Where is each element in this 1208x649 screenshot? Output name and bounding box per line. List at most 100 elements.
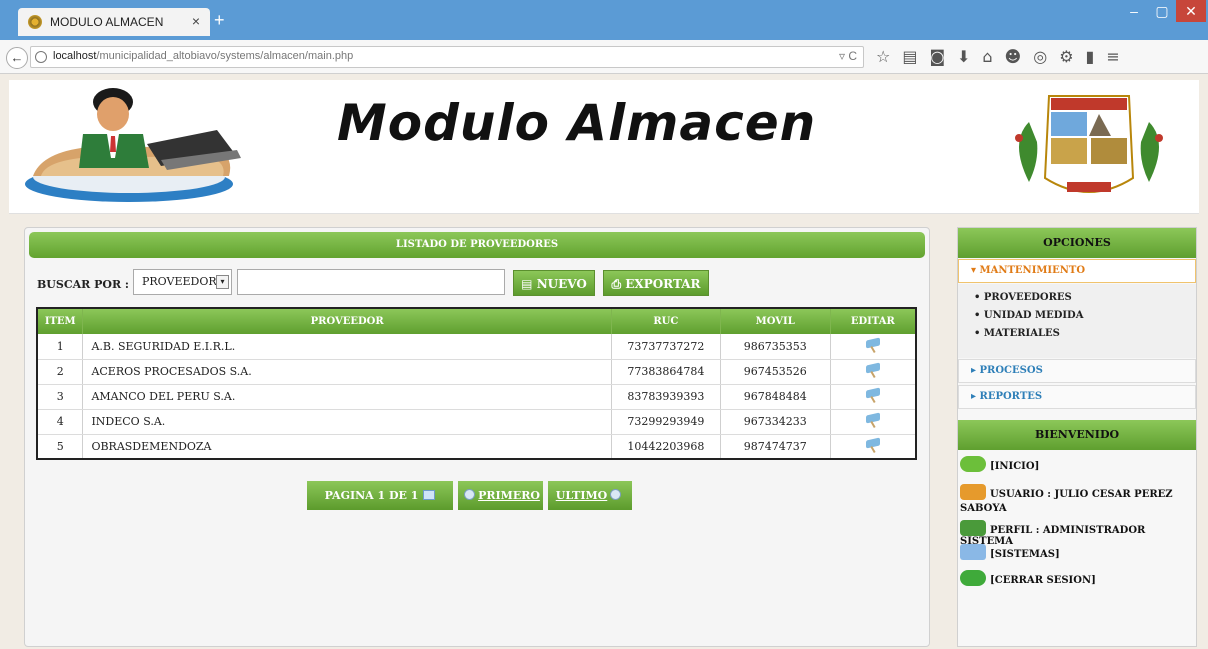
cell-movil: 986735353 bbox=[720, 334, 831, 360]
new-button[interactable]: ▤ NUEVO bbox=[513, 270, 595, 296]
last-icon bbox=[610, 489, 622, 500]
office-worker-illustration bbox=[25, 88, 241, 202]
submenu-item-unidad-medida[interactable]: UNIDAD MEDIDA bbox=[974, 310, 1196, 328]
cell-movil: 987474737 bbox=[720, 434, 831, 460]
user-info: USUARIO : JULIO CESAR PEREZ SABOYA bbox=[960, 484, 1196, 516]
edit-icon[interactable] bbox=[864, 438, 882, 452]
sistemas-link[interactable]: [SISTEMAS] bbox=[960, 544, 1196, 560]
cell-item: 4 bbox=[37, 409, 84, 435]
favicon-icon bbox=[28, 15, 42, 29]
search-select-value: PROVEEDOR bbox=[142, 275, 217, 288]
user-label: USUARIO : JULIO CESAR PEREZ SABOYA bbox=[960, 489, 1173, 514]
main-panel: LISTADO DE PROVEEDORES BUSCAR POR : PROV… bbox=[24, 227, 930, 647]
panel-title: LISTADO DE PROVEEDORES bbox=[29, 232, 925, 258]
last-page-button[interactable]: ULTIMO bbox=[548, 481, 632, 510]
export-button-label: EXPORTAR bbox=[625, 277, 701, 291]
cell-ruc: 83783939393 bbox=[611, 384, 721, 410]
cell-ruc: 73299293949 bbox=[611, 409, 721, 435]
menu-mantenimiento-label: MANTENIMIENTO bbox=[979, 265, 1086, 276]
table-row: 5 OBRASDEMENDOZA 10442203968 987474737 bbox=[37, 434, 917, 460]
edit-icon[interactable] bbox=[864, 388, 882, 402]
profile-icon bbox=[960, 520, 986, 536]
maximize-button[interactable]: ▢ bbox=[1150, 0, 1174, 22]
cell-ruc: 77383864784 bbox=[611, 359, 721, 385]
cell-proveedor: A.B. SEGURIDAD E.I.R.L. bbox=[82, 334, 612, 360]
reload-icon[interactable]: ▿ C bbox=[839, 49, 857, 63]
menu-reportes[interactable]: ▸ REPORTES bbox=[958, 385, 1196, 409]
new-button-label: NUEVO bbox=[536, 277, 587, 291]
table-row: 4 INDECO S.A. 73299293949 967334233 bbox=[37, 409, 917, 435]
user-icon bbox=[960, 484, 986, 500]
search-input[interactable] bbox=[237, 269, 505, 295]
cell-movil: 967334233 bbox=[720, 409, 831, 435]
first-icon bbox=[464, 489, 476, 500]
logout-link[interactable]: [CERRAR SESION] bbox=[960, 570, 1196, 586]
column-header[interactable]: MOVIL bbox=[720, 308, 831, 334]
export-button[interactable]: ⎙ EXPORTAR bbox=[603, 270, 709, 296]
new-tab-button[interactable]: + bbox=[214, 10, 225, 31]
menu-procesos[interactable]: ▸ PROCESOS bbox=[958, 359, 1196, 383]
toolbar-icons[interactable]: ☆▤◙⬇⌂☻◎⚙▮≡ bbox=[876, 47, 1132, 66]
logout-icon bbox=[960, 570, 986, 586]
calendar-icon bbox=[423, 490, 436, 500]
cell-item: 1 bbox=[37, 334, 84, 360]
edit-icon[interactable] bbox=[864, 363, 882, 377]
cell-item: 5 bbox=[37, 434, 84, 460]
table-row: 3 AMANCO DEL PERU S.A. 83783939393 96784… bbox=[37, 384, 917, 410]
back-button[interactable]: ← bbox=[6, 47, 28, 69]
municipal-seal-logo bbox=[1015, 95, 1163, 193]
inicio-link[interactable]: [INICIO] bbox=[960, 456, 1196, 472]
sistemas-label: [SISTEMAS] bbox=[990, 549, 1060, 560]
submenu: PROVEEDORES UNIDAD MEDIDA MATERIALES bbox=[958, 284, 1196, 358]
address-bar[interactable]: localhost/municipalidad_altobiavo/system… bbox=[30, 46, 864, 68]
search-by-select[interactable]: PROVEEDOR ▾ bbox=[133, 269, 232, 295]
pager-info-label: PAGINA 1 DE 1 bbox=[324, 489, 419, 502]
cell-item: 2 bbox=[37, 359, 84, 385]
welcome-title: BIENVENIDO bbox=[958, 420, 1196, 450]
cell-ruc: 10442203968 bbox=[611, 434, 721, 460]
windows-icon bbox=[960, 544, 986, 560]
minimize-button[interactable]: – bbox=[1122, 0, 1146, 22]
tab-title: MODULO ALMACEN bbox=[50, 15, 164, 29]
column-header[interactable]: ITEM bbox=[37, 308, 84, 334]
edit-icon[interactable] bbox=[864, 338, 882, 352]
edit-icon[interactable] bbox=[864, 413, 882, 427]
close-tab-icon[interactable]: × bbox=[192, 13, 200, 29]
cell-movil: 967453526 bbox=[720, 359, 831, 385]
first-page-button[interactable]: PRIMERO bbox=[458, 481, 543, 510]
cell-proveedor: OBRASDEMENDOZA bbox=[82, 434, 612, 460]
options-title: OPCIONES bbox=[958, 228, 1196, 258]
edit-cell bbox=[830, 409, 917, 435]
menu-reportes-label: REPORTES bbox=[979, 391, 1043, 402]
caret-down-icon: ▾ bbox=[971, 265, 980, 276]
close-window-button[interactable]: ✕ bbox=[1176, 0, 1206, 22]
menu-mantenimiento[interactable]: ▾ MANTENIMIENTO bbox=[958, 259, 1196, 283]
column-header[interactable]: EDITAR bbox=[830, 308, 917, 334]
profile-info: PERFIL : ADMINISTRADOR SISTEMA bbox=[960, 520, 1196, 547]
printer-icon: ⎙ bbox=[611, 277, 626, 291]
browser-navbar: ← localhost/municipalidad_altobiavo/syst… bbox=[0, 40, 1208, 74]
browser-tab[interactable]: MODULO ALMACEN × bbox=[18, 8, 210, 36]
edit-cell bbox=[830, 359, 917, 385]
edit-cell bbox=[830, 384, 917, 410]
first-page-label: PRIMERO bbox=[478, 489, 540, 502]
column-header[interactable]: RUC bbox=[611, 308, 721, 334]
page-title: Modulo Almacen bbox=[337, 94, 817, 152]
home-icon bbox=[960, 456, 986, 472]
caret-right-icon: ▸ bbox=[971, 365, 980, 376]
table-row: 2 ACEROS PROCESADOS S.A. 77383864784 967… bbox=[37, 359, 917, 385]
url-text: localhost/municipalidad_altobiavo/system… bbox=[53, 50, 354, 62]
sidebar: OPCIONES ▾ MANTENIMIENTO PROVEEDORES UNI… bbox=[957, 227, 1197, 647]
submenu-item-materiales[interactable]: MATERIALES bbox=[974, 328, 1196, 346]
browser-tabbar: MODULO ALMACEN × + – ▢ ✕ bbox=[0, 0, 1208, 40]
caret-right-icon: ▸ bbox=[971, 391, 980, 402]
edit-cell bbox=[830, 434, 917, 460]
cell-proveedor: INDECO S.A. bbox=[82, 409, 612, 435]
submenu-item-proveedores[interactable]: PROVEEDORES bbox=[974, 292, 1196, 310]
table-row: 1 A.B. SEGURIDAD E.I.R.L. 73737737272 98… bbox=[37, 334, 917, 360]
pager-info: PAGINA 1 DE 1 bbox=[307, 481, 453, 510]
cell-movil: 967848484 bbox=[720, 384, 831, 410]
logout-label: [CERRAR SESION] bbox=[990, 575, 1096, 586]
cell-item: 3 bbox=[37, 384, 84, 410]
column-header[interactable]: PROVEEDOR bbox=[82, 308, 612, 334]
